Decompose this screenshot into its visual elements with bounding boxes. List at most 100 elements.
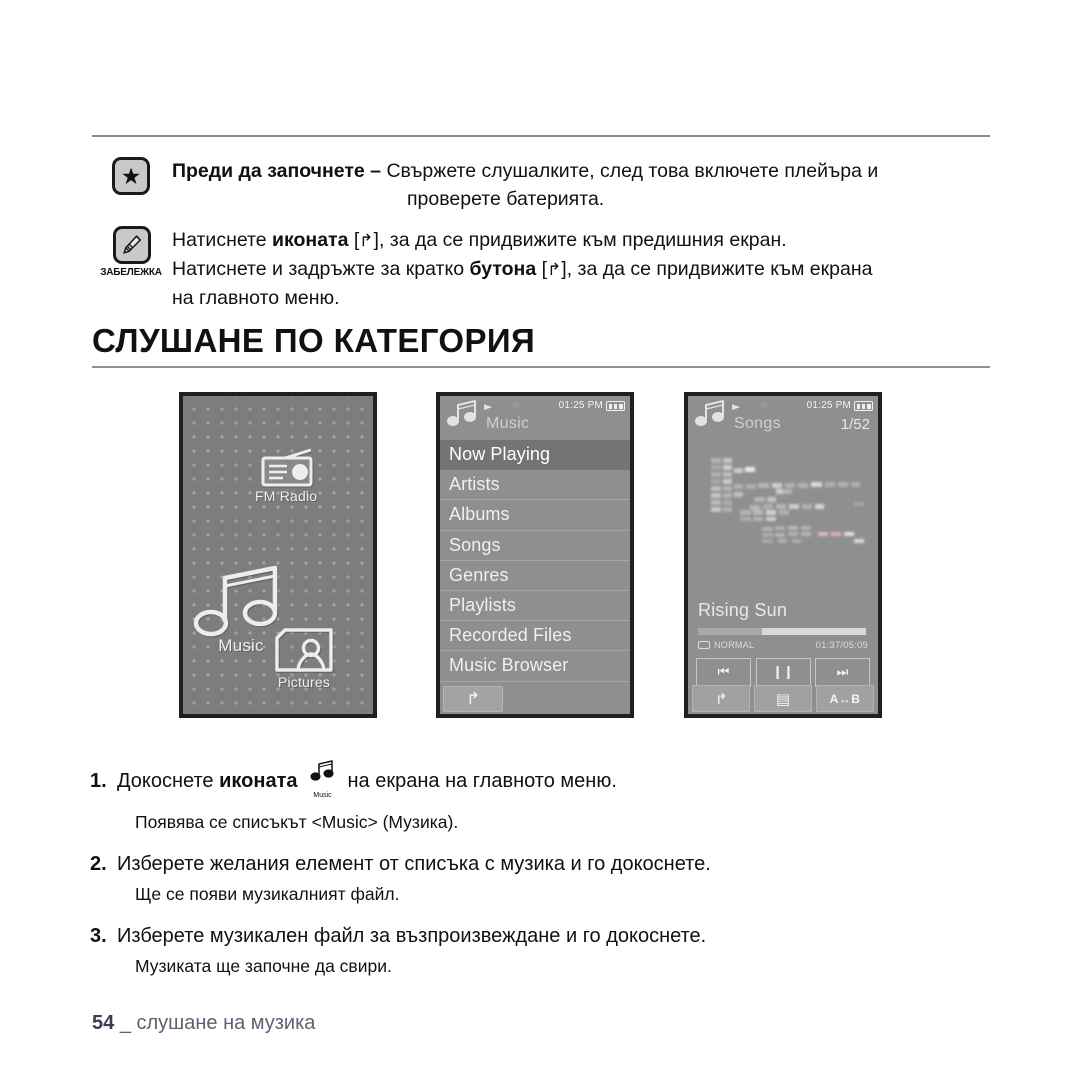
list-item-music-browser[interactable]: Music Browser — [440, 651, 630, 682]
now-playing-screen: ► ❀ 01:25 PM Songs 1/52 Rising Sun NORMA… — [684, 392, 882, 718]
list-item-recorded-files[interactable]: Recorded Files — [440, 621, 630, 652]
page-footer: 54 _ слушане на музика — [92, 1012, 315, 1035]
step-number: 1. — [90, 769, 107, 792]
back-button[interactable]: ↰ — [443, 686, 503, 712]
next-button[interactable]: ⏭ — [815, 658, 870, 687]
note-line2-a: Натиснете и задръжте за кратко — [172, 258, 470, 280]
star-glyph: ★ — [120, 162, 142, 189]
footer-separator: _ — [119, 1012, 131, 1034]
list-item-now-playing[interactable]: Now Playing — [440, 440, 630, 471]
before-you-start-label: Преди да започнете – — [172, 160, 382, 182]
screen-title: Songs — [734, 415, 781, 432]
main-menu-screen: FM Radio Music Pictures — [179, 392, 377, 718]
play-mode-label: NORMAL — [714, 640, 755, 650]
menu-icon-label: Music — [218, 636, 264, 655]
pause-button[interactable]: ❙❙ — [755, 658, 811, 687]
previous-button[interactable]: ⏮ — [696, 658, 751, 687]
menu-icon-label: FM Radio — [255, 488, 318, 504]
battery-icon — [854, 401, 873, 411]
status-time: 01:25 PM — [558, 400, 603, 411]
battery-icon — [606, 401, 625, 411]
list-item-songs[interactable]: Songs — [440, 531, 630, 561]
note-line-2: Натиснете и задръжте за кратко бутона [↰… — [172, 255, 995, 284]
music-note-icon — [447, 400, 476, 426]
list-item-playlists[interactable]: Playlists — [440, 591, 630, 622]
progress-bar[interactable] — [698, 628, 866, 635]
play-icon: ► — [484, 400, 493, 413]
inline-music-label: Music — [313, 792, 332, 799]
repeat-icon — [698, 641, 710, 649]
menu-icon-pictures[interactable]: Pictures — [271, 626, 337, 690]
play-icon: ► — [732, 400, 741, 413]
elapsed-time: 01:37/05:09 — [815, 640, 868, 651]
pencil-icon — [113, 226, 151, 264]
step1-text-a: Докоснете — [117, 769, 220, 792]
soft-key-bar: ↰ ▤ A↔B — [692, 685, 874, 712]
step1-text-c: на екрана на главното меню. — [347, 769, 617, 792]
step-3-detail: Музиката ще започне да свири. — [135, 956, 392, 976]
back-arrow-icon: ↰ — [465, 689, 481, 709]
step1-text-b: иконата — [219, 769, 298, 792]
instruction-steps: 1. Докоснете иконата Music на екрана на гл… — [90, 756, 995, 979]
music-note-glyph — [309, 760, 334, 781]
back-arrow-icon: ↰ — [359, 231, 374, 251]
list-item-albums[interactable]: Albums — [440, 500, 630, 531]
list-item-genres[interactable]: Genres — [440, 561, 630, 591]
back-arrow-icon: ↰ — [714, 689, 728, 708]
track-counter: 1/52 — [840, 416, 870, 433]
note-line1-b: иконата — [272, 229, 349, 251]
manual-page: ★ Преди да започнете – Свържете слушалки… — [0, 0, 1080, 1080]
album-art — [688, 440, 878, 590]
top-divider — [92, 135, 990, 137]
status-bar: ► ❀ 01:25 PM Music — [440, 396, 630, 436]
bluetooth-icon: ❀ — [760, 400, 769, 411]
menu-icon-label: Pictures — [277, 674, 331, 690]
music-menu-list: Now Playing Artists Albums Songs Genres … — [440, 440, 630, 714]
star-icon: ★ — [112, 157, 150, 195]
status-bar: ► ❀ 01:25 PM Songs 1/52 — [688, 396, 878, 436]
step-text: Изберете музикален файл за възпроизвежда… — [117, 925, 707, 947]
step-2-detail: Ще се появи музикалният файл. — [135, 884, 400, 904]
note-icon-column: ЗАБЕЛЕЖКА — [90, 226, 172, 278]
step-number: 3. — [90, 925, 107, 947]
before-you-start-line2: проверете батерията. — [407, 188, 605, 210]
list-item-artists[interactable]: Artists — [440, 470, 630, 501]
play-mode: NORMAL — [698, 640, 754, 650]
back-arrow-icon: ↰ — [547, 260, 562, 280]
note-line2-c: [ — [536, 258, 548, 280]
status-time: 01:25 PM — [806, 400, 851, 411]
note-line1-a: Натиснете — [172, 229, 273, 251]
footer-label: слушане на музика — [136, 1012, 316, 1034]
pictures-icon — [275, 628, 333, 672]
note-line2-b: бутона — [469, 258, 537, 280]
screen-title: Music — [486, 415, 530, 432]
before-you-start-text: Преди да започнете – Свържете слушалките… — [172, 157, 995, 213]
note-line1-c: [ — [348, 229, 360, 251]
note-line2-d: ], за да се придвижите към екрана — [561, 258, 873, 280]
note-block: ★ Преди да започнете – Свържете слушалки… — [90, 157, 995, 312]
note-line1-d: ], за да се придвижите към предишния екр… — [373, 229, 787, 251]
inline-music-icon: Music — [309, 760, 336, 811]
note-body: Натиснете иконата [↰], за да се придвижи… — [172, 226, 995, 312]
ab-repeat-button[interactable]: A↔B — [816, 685, 874, 712]
before-you-start-row: ★ Преди да започнете – Свържете слушалки… — [90, 157, 995, 213]
before-you-start-body: Свържете слушалките, след това включете … — [381, 160, 879, 182]
fm-radio-icon — [261, 448, 313, 487]
step-2: 2. Изберете желания елемент от списъка с… — [90, 849, 995, 879]
menu-button[interactable]: ▤ — [754, 685, 812, 712]
title-divider — [92, 366, 990, 368]
note-caption: ЗАБЕЛЕЖКА — [100, 267, 162, 278]
note-line-3: на главното меню. — [172, 287, 340, 309]
page-title: СЛУШАНЕ ПО КАТЕГОРИЯ — [92, 322, 536, 359]
music-list-screen: ► ❀ 01:25 PM Music Now Playing Artists A… — [436, 392, 634, 718]
step-1-detail: Появява се списъкът <Music> (Музика). — [135, 812, 459, 832]
note-row: ЗАБЕЛЕЖКА Натиснете иконата [↰], за да с… — [90, 226, 995, 312]
track-title: Rising Sun — [698, 600, 788, 620]
device-screens: FM Radio Music Pictures ► ❀ 01:25 PM Mus… — [0, 392, 1080, 722]
step-text: Изберете желания елемент от списъка с му… — [117, 853, 711, 875]
note-line-1: Натиснете иконата [↰], за да се придвижи… — [172, 226, 995, 255]
menu-icon-fm-radio[interactable]: FM Radio — [255, 448, 317, 504]
page-number: 54 — [92, 1012, 115, 1034]
step-1: 1. Докоснете иконата Music на екрана на гл… — [90, 756, 995, 807]
back-button[interactable]: ↰ — [692, 685, 750, 712]
